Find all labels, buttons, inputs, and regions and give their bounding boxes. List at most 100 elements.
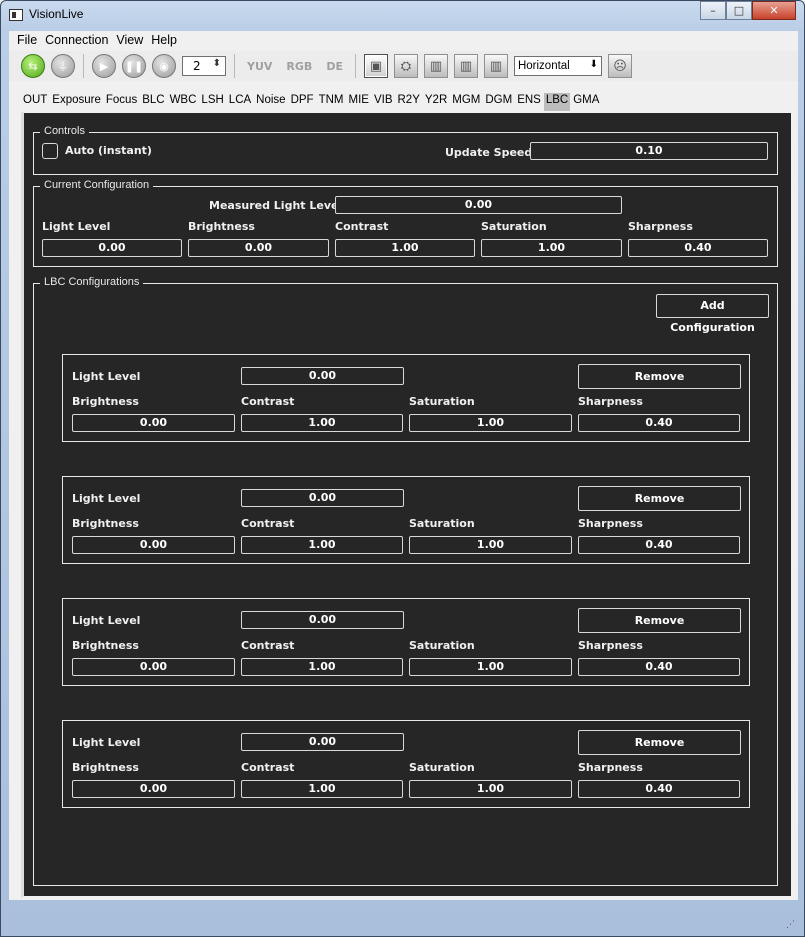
tab-ens[interactable]: ENS [515,93,543,111]
config-brightness-label: Brightness [72,639,139,652]
camera-icon[interactable]: ⛭ [393,54,418,78]
config-sharpness-field[interactable]: 0.40 [578,658,740,676]
lbc-panel: Controls Auto (instant) Update Speed 0.1… [21,111,793,898]
client-area: File Connection View Help ⇆ ⏚ ▶ ❚❚ ◉ 2 Y… [9,31,798,900]
config-contrast-label: Contrast [241,639,295,652]
config-brightness-field[interactable]: 0.00 [72,536,235,554]
tab-y2r[interactable]: Y2R [423,93,449,111]
config-saturation-label: Saturation [409,761,475,774]
config-brightness-field[interactable]: 0.00 [72,780,235,798]
sad-face-icon[interactable]: ☹ [607,54,632,78]
update-speed-field[interactable]: 0.10 [530,142,768,160]
tab-dgm[interactable]: DGM [483,93,514,111]
current-light-field[interactable]: 0.00 [42,239,182,257]
config-saturation-field[interactable]: 1.00 [409,658,572,676]
measured-light-label: Measured Light Level [209,199,343,212]
plug-icon[interactable]: ⏚ [51,54,75,78]
tab-gma[interactable]: GMA [571,93,601,111]
current-brightness-field[interactable]: 0.00 [188,239,329,257]
image-stack-icon[interactable]: ▥ [453,54,478,78]
config-saturation-field[interactable]: 1.00 [409,780,572,798]
config-sharpness-field[interactable]: 0.40 [578,536,740,554]
remove-configuration-button[interactable]: Remove [578,730,741,755]
minimize-button[interactable]: – [700,1,726,20]
lbc-configuration-card: Light Level 0.00 Remove Brightness Contrast S… [62,354,750,442]
tab-lbc[interactable]: LBC [543,93,571,111]
remove-configuration-button[interactable]: Remove [578,608,741,633]
lbc-configuration-card: Light Level 0.00 Remove Brightness Contrast S… [62,476,750,564]
de-button[interactable]: DE [322,60,347,73]
config-light-label: Light Level [72,370,141,383]
measured-light-field[interactable]: 0.00 [335,196,622,214]
title-bar[interactable]: VisionLive – □ ✕ [1,1,804,29]
tab-lca[interactable]: LCA [227,93,253,111]
capture-icon[interactable]: ◉ [152,54,176,78]
config-contrast-label: Contrast [241,517,295,530]
connect-icon[interactable]: ⇆ [21,54,45,78]
config-light-field[interactable]: 0.00 [241,611,404,629]
config-light-field[interactable]: 0.00 [241,367,404,385]
current-sharpness-field[interactable]: 0.40 [628,239,768,257]
frame-count-spinbox[interactable]: 2 [182,56,226,76]
config-light-label: Light Level [72,614,141,627]
play-icon[interactable]: ▶ [92,54,116,78]
config-brightness-field[interactable]: 0.00 [72,414,235,432]
remove-configuration-button[interactable]: Remove [578,364,741,389]
tab-out[interactable]: OUT [21,93,49,111]
current-light-label: Light Level [42,220,111,233]
tab-dpf[interactable]: DPF [289,93,316,111]
maximize-button[interactable]: □ [726,1,752,20]
tab-noise[interactable]: Noise [254,93,287,111]
menu-bar: File Connection View Help [9,31,798,49]
close-button[interactable]: ✕ [752,1,796,20]
config-contrast-field[interactable]: 1.00 [241,414,403,432]
pause-icon[interactable]: ❚❚ [122,54,146,78]
current-configuration-title: Current Configuration [40,179,154,191]
tab-vib[interactable]: VIB [372,93,395,111]
tab-r2y[interactable]: R2Y [396,93,422,111]
config-saturation-label: Saturation [409,395,475,408]
config-contrast-field[interactable]: 1.00 [241,658,403,676]
config-light-field[interactable]: 0.00 [241,733,404,751]
menu-connection[interactable]: Connection [41,31,112,49]
toolbar-separator [354,54,356,78]
remove-configuration-button[interactable]: Remove [578,486,741,511]
config-contrast-label: Contrast [241,395,295,408]
tab-mie[interactable]: MIE [347,93,371,111]
config-contrast-field[interactable]: 1.00 [241,536,403,554]
tab-blc[interactable]: BLC [140,93,166,111]
config-contrast-label: Contrast [241,761,295,774]
tab-lsh[interactable]: LSH [199,93,225,111]
config-contrast-field[interactable]: 1.00 [241,780,403,798]
tab-wbc[interactable]: WBC [168,93,199,111]
config-brightness-field[interactable]: 0.00 [72,658,235,676]
layout-select[interactable]: Horizontal ⬇ [513,56,602,76]
menu-view[interactable]: View [112,31,147,49]
add-configuration-button[interactable]: Add Configuration [656,294,769,334]
image-view-icon[interactable]: ▣ [363,54,388,78]
auto-checkbox[interactable] [42,143,58,159]
config-saturation-field[interactable]: 1.00 [409,414,572,432]
image-stack-icon[interactable]: ▥ [483,54,508,78]
config-sharpness-label: Sharpness [578,761,643,774]
config-light-field[interactable]: 0.00 [241,489,404,507]
config-sharpness-label: Sharpness [578,395,643,408]
tab-tnm[interactable]: TNM [317,93,346,111]
tab-focus[interactable]: Focus [104,93,139,111]
yuv-button[interactable]: YUV [243,60,276,73]
config-sharpness-field[interactable]: 0.40 [578,414,740,432]
rgb-button[interactable]: RGB [282,60,316,73]
resize-grip-icon[interactable]: ⋰ [786,920,798,932]
tab-exposure[interactable]: Exposure [50,93,103,111]
image-stack-icon[interactable]: ▥ [423,54,448,78]
current-contrast-field[interactable]: 1.00 [335,239,475,257]
current-saturation-field[interactable]: 1.00 [481,239,622,257]
config-saturation-field[interactable]: 1.00 [409,536,572,554]
menu-help[interactable]: Help [147,31,181,49]
config-light-label: Light Level [72,736,141,749]
menu-file[interactable]: File [13,31,41,49]
tab-mgm[interactable]: MGM [450,93,482,111]
config-sharpness-label: Sharpness [578,639,643,652]
config-sharpness-field[interactable]: 0.40 [578,780,740,798]
tab-bar: OUT Exposure Focus BLC WBC LSH LCA Noise… [21,93,602,111]
